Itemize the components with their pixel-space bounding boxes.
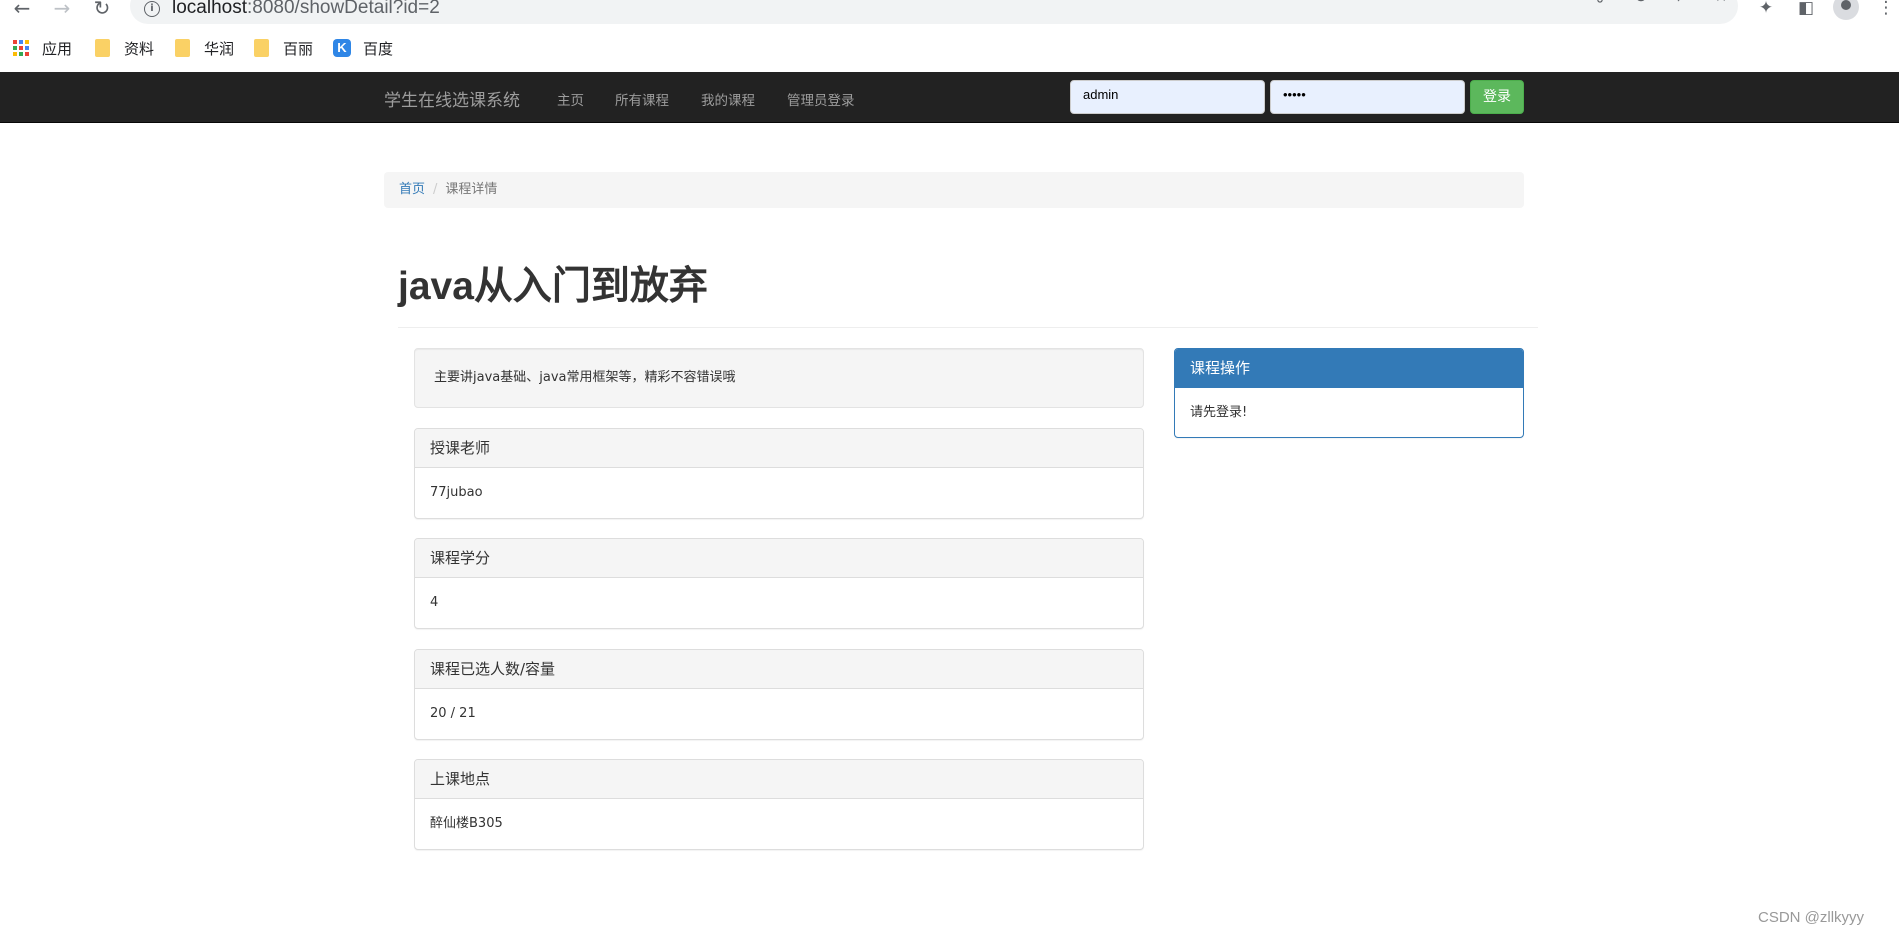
course-actions-panel: 课程操作 请先登录!	[1174, 348, 1524, 438]
profile-avatar-icon[interactable]	[1833, 0, 1859, 20]
menu-kebab-icon[interactable]: ⋮	[1872, 0, 1899, 22]
course-description: 主要讲java基础、java常用框架等，精彩不容错误哦	[414, 348, 1144, 408]
bookmark-label: 应用	[42, 39, 73, 58]
breadcrumb-home-link[interactable]: 首页	[399, 182, 425, 197]
panel-body: 醉仙楼B305	[430, 816, 503, 831]
page-title: java从入门到放弃	[398, 265, 708, 308]
teacher-panel: 授课老师 77jubao	[414, 428, 1144, 519]
apps-grid-icon	[13, 39, 30, 57]
nav-link-all-courses[interactable]: 所有课程	[615, 89, 669, 109]
bookmarks-bar: 应用 资料 华润 百丽 K 百度	[0, 30, 1899, 66]
bookmark-baidu[interactable]: K 百度	[333, 38, 393, 58]
nav-link-admin-login[interactable]: 管理员登录	[787, 89, 855, 109]
zoom-out-icon[interactable]: ⊖	[1627, 0, 1655, 10]
panel-heading: 上课地点	[415, 760, 1143, 799]
panel-body: 77jubao	[430, 485, 483, 500]
panel-heading: 课程操作	[1175, 349, 1523, 388]
nav-link-my-courses[interactable]: 我的课程	[701, 89, 755, 109]
site-navbar: 学生在线选课系统 主页 所有课程 我的课程 管理员登录 admin ••••• …	[0, 72, 1899, 123]
folder-icon	[95, 39, 110, 57]
folder-icon	[175, 39, 190, 57]
login-prompt: 请先登录!	[1190, 405, 1248, 420]
bookmark-label: 百丽	[283, 39, 314, 58]
password-input[interactable]: •••••	[1270, 80, 1465, 114]
nav-link-home[interactable]: 主页	[557, 89, 584, 109]
bookmark-label: 资料	[124, 39, 155, 58]
panel-body: 20 / 21	[430, 706, 476, 721]
folder-icon	[254, 39, 269, 57]
bookmark-star-icon[interactable]: ☆	[1707, 0, 1735, 10]
bookmark-apps[interactable]: 应用	[13, 38, 72, 58]
extensions-puzzle-icon[interactable]: ✦	[1752, 0, 1780, 22]
reload-icon[interactable]: ↻	[88, 0, 116, 22]
breadcrumb-current: 课程详情	[445, 182, 498, 197]
bookmark-folder-ziliao[interactable]: 资料	[95, 38, 154, 58]
enrollment-panel: 课程已选人数/容量 20 / 21	[414, 649, 1144, 740]
browser-toolbar: ← → ↻ i localhost:8080/showDetail?id=2 ⚷…	[0, 0, 1899, 30]
username-input[interactable]: admin	[1070, 80, 1265, 114]
panel-body: 4	[430, 595, 439, 610]
site-info-icon[interactable]: i	[144, 1, 160, 17]
credit-panel: 课程学分 4	[414, 538, 1144, 629]
login-button[interactable]: 登录	[1470, 80, 1524, 114]
url-host: localhost	[172, 0, 247, 18]
location-panel: 上课地点 醉仙楼B305	[414, 759, 1144, 850]
bookmark-label: 百度	[363, 39, 394, 58]
breadcrumb-separator: /	[433, 182, 438, 197]
brand-link[interactable]: 学生在线选课系统	[384, 86, 520, 111]
breadcrumb: 首页 / 课程详情	[384, 172, 1524, 208]
csdn-watermark: CSDN @zllkyyy	[1758, 909, 1865, 926]
panel-heading: 授课老师	[415, 429, 1143, 468]
panel-heading: 课程已选人数/容量	[415, 650, 1143, 689]
forward-arrow-icon[interactable]: →	[48, 0, 76, 22]
side-panel-icon[interactable]: ◧	[1792, 0, 1820, 22]
bookmark-label: 华润	[204, 39, 235, 58]
url-text[interactable]: localhost:8080/showDetail?id=2	[172, 0, 440, 18]
key-icon[interactable]: ⚷	[1586, 0, 1614, 10]
bookmark-folder-huarun[interactable]: 华润	[175, 38, 234, 58]
bookmark-folder-baili[interactable]: 百丽	[254, 38, 313, 58]
url-path: :8080/showDetail?id=2	[247, 0, 440, 18]
share-icon[interactable]: ⇗	[1667, 0, 1695, 10]
address-bar[interactable]: i localhost:8080/showDetail?id=2 ⚷ ⊖ ⇗ ☆	[130, 0, 1738, 24]
k-logo-icon: K	[333, 39, 351, 57]
panel-heading: 课程学分	[415, 539, 1143, 578]
header-divider	[398, 327, 1538, 328]
back-arrow-icon[interactable]: ←	[8, 0, 36, 22]
